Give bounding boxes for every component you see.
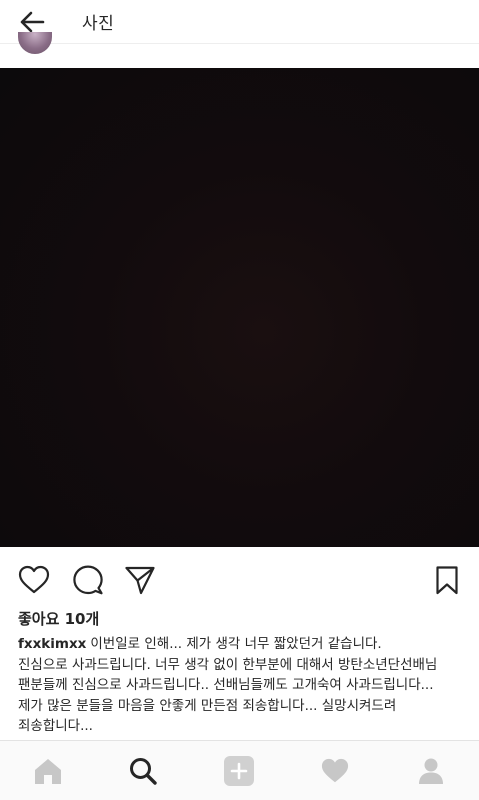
bookmark-icon bbox=[436, 566, 458, 595]
home-icon bbox=[35, 759, 61, 784]
back-arrow-icon bbox=[20, 11, 45, 32]
nav-profile[interactable] bbox=[413, 753, 449, 789]
save-button[interactable] bbox=[429, 562, 465, 598]
comment-button[interactable] bbox=[70, 562, 106, 598]
nav-add-post[interactable] bbox=[221, 753, 257, 789]
top-bar: 사진 bbox=[0, 0, 479, 44]
like-count[interactable]: 좋아요 10개 bbox=[18, 608, 99, 629]
username[interactable]: fxxkimxx bbox=[18, 636, 86, 652]
nav-home[interactable] bbox=[30, 753, 66, 789]
add-post-icon bbox=[224, 756, 254, 786]
search-icon bbox=[130, 758, 157, 785]
caption-line: 팬분들께 진심으로 사과드립니다.. 선배님들께도 고개숙여 사과드립니다... bbox=[18, 677, 434, 693]
post-photo[interactable] bbox=[0, 68, 479, 547]
avatar[interactable] bbox=[18, 32, 52, 54]
post-caption: fxxkimxx 이번일로 인해... 제가 생각 너무 짧았던거 같습니다. 진… bbox=[18, 634, 468, 737]
caption-line: fxxkimxx 이번일로 인해... 제가 생각 너무 짧았던거 같습니다. bbox=[18, 634, 468, 655]
paper-plane-icon bbox=[125, 566, 155, 595]
page-title: 사진 bbox=[82, 14, 115, 34]
nav-activity[interactable] bbox=[317, 753, 353, 789]
photo-view-screen: 사진 좋아요 10개 fxxkimxx 이번일로 인해... 제가 생각 너무 … bbox=[0, 0, 479, 800]
nav-search[interactable] bbox=[125, 753, 161, 789]
heart-icon bbox=[321, 758, 349, 783]
share-button[interactable] bbox=[122, 562, 158, 598]
bottom-navigation bbox=[0, 740, 479, 800]
heart-outline-icon bbox=[18, 565, 50, 594]
like-button[interactable] bbox=[16, 562, 52, 598]
caption-line: 제가 많은 분들을 마음을 안좋게 만든점 죄송합니다... 실망시켜드려 bbox=[18, 697, 397, 714]
comment-bubble-icon bbox=[73, 565, 103, 595]
caption-text: 이번일로 인해... 제가 생각 너무 짧았던거 같습니다. bbox=[90, 636, 382, 652]
post-actions bbox=[0, 556, 479, 602]
caption-line: 진심으로 사과드립니다. 너무 생각 없이 한부분에 대해서 방탄소년단선배님 bbox=[18, 656, 438, 673]
profile-icon bbox=[419, 758, 443, 784]
caption-line: 죄송합니다... bbox=[18, 718, 93, 734]
